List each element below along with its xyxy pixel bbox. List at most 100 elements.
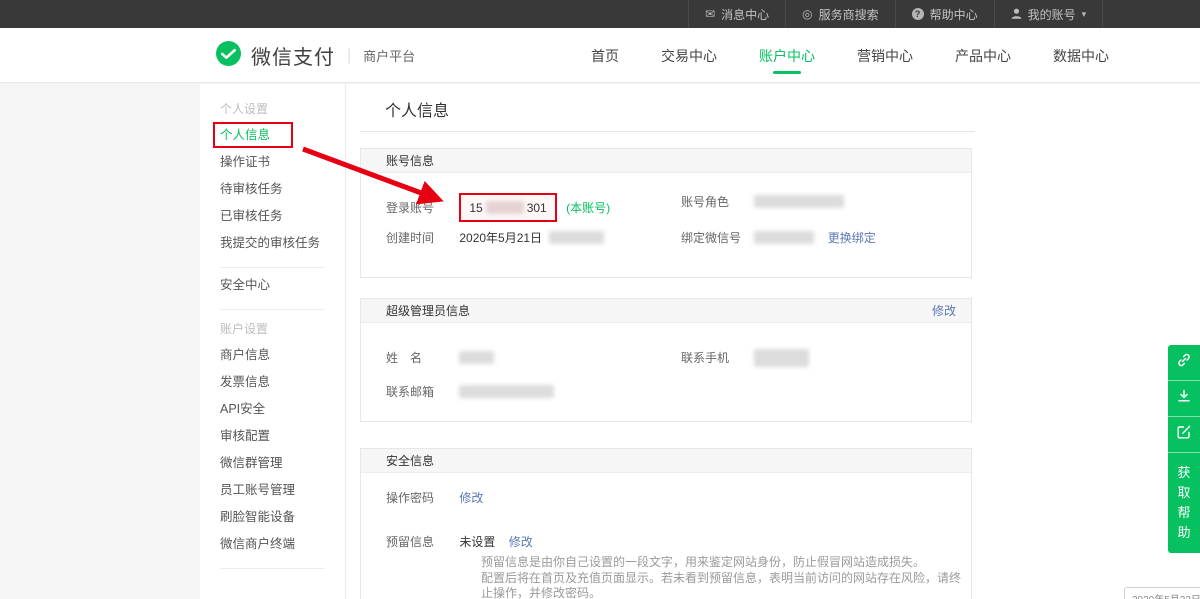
sidebar-item-wechat-merchant-terminal[interactable]: 微信商户终端	[200, 531, 345, 558]
account-info-section: 账号信息 登录账号 15301 (本账号) 账号角色 创建时间	[360, 148, 972, 278]
reserved-info-value: 未设置	[459, 535, 495, 549]
page-title: 个人信息	[385, 97, 449, 121]
sidebar-item-merchant-info[interactable]: 商户信息	[200, 342, 345, 369]
super-admin-section: 超级管理员信息 修改 姓 名 联系手机 联系邮箱	[360, 298, 972, 422]
admin-row-1: 姓 名 联系手机	[386, 349, 971, 383]
get-help-button[interactable]: 获取帮助	[1168, 453, 1200, 553]
site-header: 微信支付 | 商户平台 首页 交易中心 账户中心 营销中心 产品中心 数据中心	[0, 28, 1200, 83]
account-row-1: 登录账号 15301 (本账号) 账号角色	[386, 193, 971, 229]
account-info-title: 账号信息	[386, 152, 434, 169]
nav-marketing-center-label: 营销中心	[857, 46, 913, 66]
sidebar-item-label: 发票信息	[220, 375, 270, 389]
sidebar-item-staff-account-management[interactable]: 员工账号管理	[200, 477, 345, 504]
account-info-body: 登录账号 15301 (本账号) 账号角色 创建时间 2020年5月21日	[361, 173, 971, 265]
nav-marketing-center[interactable]: 营销中心	[836, 28, 934, 83]
security-info-body: 操作密码 修改 预留信息 未设置 修改 预留信息是由你自己设置的一段文字，用来鉴…	[361, 473, 971, 599]
sidebar-item-label: 刷脸智能设备	[220, 510, 295, 524]
sidebar-group-account-settings: 账户设置	[200, 316, 345, 342]
nav-transaction-center[interactable]: 交易中心	[640, 28, 738, 83]
help-icon: ?	[912, 8, 924, 20]
sidebar: 个人设置 个人信息 操作证书 待审核任务 已审核任务 我提交的审核任务 安全中心…	[200, 84, 346, 599]
reserved-info-label: 预留信息	[386, 533, 456, 550]
super-admin-title: 超级管理员信息	[386, 302, 470, 319]
my-account-menu[interactable]: 我的账号 ▾	[994, 0, 1104, 28]
reserved-info-edit-link[interactable]: 修改	[509, 535, 533, 549]
download-button[interactable]	[1168, 381, 1200, 417]
created-time-label: 创建时间	[386, 229, 456, 246]
sidebar-item-label: 微信群管理	[220, 456, 283, 470]
brand-subtitle: 商户平台	[363, 46, 415, 65]
sidebar-divider	[220, 309, 325, 310]
nav-account-center[interactable]: 账户中心	[738, 28, 836, 83]
sidebar-item-label: 待审核任务	[220, 182, 283, 196]
nav-home[interactable]: 首页	[570, 28, 640, 83]
sidebar-item-label: 操作证书	[220, 155, 270, 169]
reserved-info-note: 预留信息是由你自己设置的一段文字，用来鉴定网站身份，防止假冒网站造成损失。 配置…	[481, 555, 971, 599]
admin-name-label: 姓 名	[386, 349, 456, 366]
get-help-label: 获取帮助	[1177, 463, 1191, 543]
admin-phone-field: 联系手机	[681, 349, 809, 367]
sidebar-item-my-submitted-review-tasks[interactable]: 我提交的审核任务	[200, 230, 345, 257]
sidebar-item-security-center[interactable]: 安全中心	[200, 272, 345, 299]
edit-icon	[1176, 424, 1192, 445]
change-binding-link[interactable]: 更换绑定	[828, 231, 876, 245]
redacted-wechat-id	[754, 231, 814, 244]
bound-wechat-label: 绑定微信号	[681, 229, 751, 246]
feedback-button[interactable]	[1168, 417, 1200, 453]
share-link-button[interactable]	[1168, 345, 1200, 381]
created-time-value: 2020年5月21日	[459, 231, 542, 245]
admin-name-field: 姓 名	[386, 349, 494, 366]
login-account-label: 登录账号	[386, 199, 456, 216]
mail-icon: ✉	[705, 8, 715, 20]
sidebar-item-label: 员工账号管理	[220, 483, 295, 497]
message-center-label: 消息中心	[721, 6, 769, 23]
sidebar-item-pending-review-tasks[interactable]: 待审核任务	[200, 176, 345, 203]
nav-home-label: 首页	[591, 46, 619, 66]
account-info-section-header: 账号信息	[361, 149, 971, 173]
sidebar-item-operation-certificate[interactable]: 操作证书	[200, 149, 345, 176]
user-icon	[1011, 8, 1022, 21]
login-account-field: 登录账号 15301 (本账号)	[386, 193, 610, 222]
redacted-login-middle	[486, 201, 524, 214]
sidebar-item-invoice-info[interactable]: 发票信息	[200, 369, 345, 396]
security-info-title: 安全信息	[386, 452, 434, 469]
operation-password-field: 操作密码 修改	[386, 489, 483, 506]
sidebar-item-label: 商户信息	[220, 348, 270, 362]
floating-toolbar: 获取帮助	[1168, 345, 1200, 553]
nav-product-center[interactable]: 产品中心	[934, 28, 1032, 83]
chevron-down-icon: ▾	[1082, 9, 1087, 20]
operation-password-edit-link[interactable]: 修改	[459, 491, 483, 505]
redacted-account-role	[754, 195, 844, 208]
sidebar-item-wechat-group-management[interactable]: 微信群管理	[200, 450, 345, 477]
link-icon	[1176, 352, 1192, 373]
brand-logo[interactable]: 微信支付 | 商户平台	[215, 28, 415, 83]
service-provider-search-button[interactable]: ◎ 服务商搜索	[785, 0, 895, 28]
sidebar-item-personal-info[interactable]: 个人信息	[200, 122, 345, 149]
service-provider-search-label: 服务商搜索	[819, 6, 879, 23]
sidebar-item-api-security[interactable]: API安全	[200, 396, 345, 423]
main-nav: 首页 交易中心 账户中心 营销中心 产品中心 数据中心	[570, 28, 1130, 83]
sidebar-item-face-smart-devices[interactable]: 刷脸智能设备	[200, 504, 345, 531]
account-role-label: 账号角色	[681, 193, 751, 210]
admin-row-2: 联系邮箱	[386, 383, 971, 417]
search-icon: ◎	[802, 8, 812, 20]
sidebar-item-label: 安全中心	[220, 278, 270, 292]
redacted-admin-phone	[754, 349, 809, 367]
my-account-label: 我的账号	[1028, 6, 1076, 23]
wechat-pay-merchant-platform-page: ✉ 消息中心 ◎ 服务商搜索 ? 帮助中心 我的账号 ▾	[0, 0, 1200, 599]
sidebar-item-review-config[interactable]: 审核配置	[200, 423, 345, 450]
message-center-button[interactable]: ✉ 消息中心	[688, 0, 785, 28]
created-time-field: 创建时间 2020年5月21日	[386, 229, 604, 246]
help-center-button[interactable]: ? 帮助中心	[895, 0, 994, 28]
bound-wechat-field: 绑定微信号 更换绑定	[681, 229, 876, 246]
sidebar-item-label: 微信商户终端	[220, 537, 295, 551]
brand-name: 微信支付	[251, 41, 335, 70]
super-admin-edit-link[interactable]: 修改	[932, 302, 956, 319]
super-admin-body: 姓 名 联系手机 联系邮箱	[361, 323, 971, 417]
nav-transaction-center-label: 交易中心	[661, 46, 717, 66]
sidebar-item-reviewed-tasks[interactable]: 已审核任务	[200, 203, 345, 230]
sidebar-item-label: API安全	[220, 402, 265, 416]
nav-data-center[interactable]: 数据中心	[1032, 28, 1130, 83]
note-line-1: 预留信息是由你自己设置的一段文字，用来鉴定网站身份，防止假冒网站造成损失。	[481, 555, 971, 571]
redacted-admin-email	[459, 385, 554, 398]
